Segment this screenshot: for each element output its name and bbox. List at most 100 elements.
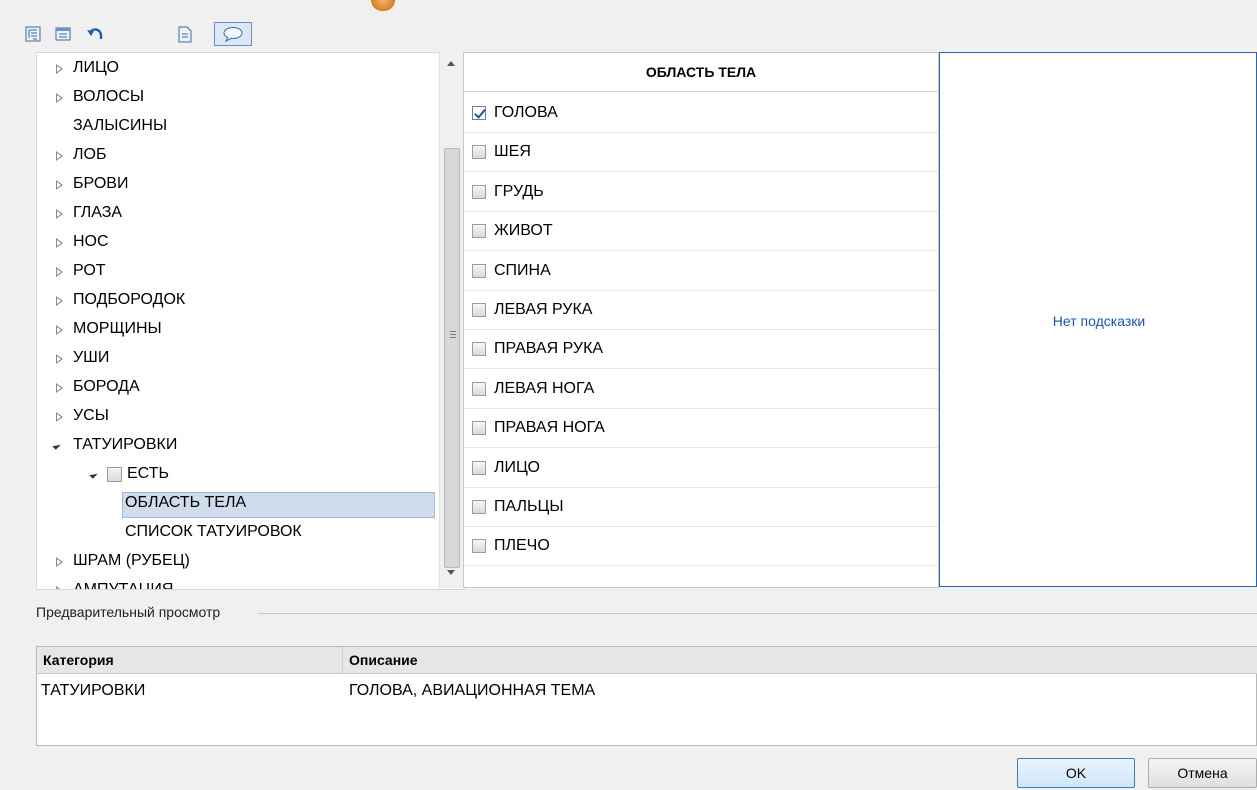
body-area-list: ОБЛАСТЬ ТЕЛА ГОЛОВА ШЕЯ ГРУДЬ ЖИВОТ СПИНА ЛЕВ… [463,52,939,588]
body-area-option[interactable]: СПИНА [464,252,938,291]
tree-item[interactable]: ЛОБ [73,143,106,167]
tree-item[interactable]: ЕСТЬ [127,462,169,486]
body-area-option[interactable]: ШЕЯ [464,133,938,173]
body-area-option[interactable]: ЛЕВАЯ НОГА [464,370,938,409]
option-label: ГОЛОВА [494,104,558,121]
expand-arrow-icon[interactable] [56,151,63,161]
expand-arrow-icon[interactable] [56,93,63,103]
body-area-option[interactable]: ПЛЕЧО [464,527,938,567]
scroll-down-icon[interactable] [447,570,455,575]
expand-arrow-icon[interactable] [56,209,63,219]
list-view-button[interactable] [52,22,74,46]
expand-arrow-icon[interactable] [56,267,63,277]
tree-item[interactable]: ПОДБОРОДОК [73,288,185,312]
row-category: ТАТУИРОВКИ [41,682,146,699]
comment-icon [223,27,243,42]
expand-arrow-icon[interactable] [56,296,63,306]
expand-arrow-icon[interactable] [56,180,63,190]
tree-item-checkbox[interactable] [107,467,122,482]
body-area-option[interactable]: ЛЕВАЯ РУКА [464,291,938,330]
top-strip [0,0,1257,14]
tree-item[interactable]: СПИСОК ТАТУИРОВОК [125,520,302,544]
preview-table: Категория Описание ТАТУИРОВКИ ГОЛОВА, АВ… [36,646,1257,746]
tree-item[interactable]: НОС [73,230,109,254]
body-area-option[interactable]: ПАЛЬЦЫ [464,488,938,527]
tree-item[interactable]: УШИ [73,346,109,370]
option-label: СПИНА [494,261,551,279]
preview-divider [258,613,1257,614]
body-area-option[interactable]: ЖИВОТ [464,212,938,252]
expand-arrow-icon[interactable] [56,354,63,364]
body-area-option[interactable]: ГОЛОВА [464,94,938,133]
app-orb-icon [371,0,395,11]
tree-scrollbar[interactable] [439,52,464,588]
option-label: ШЕЯ [494,143,531,161]
option-label: ГРУДЬ [494,182,544,200]
option-checkbox[interactable] [472,500,486,514]
tree-item[interactable]: ГЛАЗА [73,201,122,225]
comment-button[interactable] [214,22,252,46]
option-label: ПАЛЬЦЫ [494,498,564,515]
document-button[interactable] [174,22,196,46]
option-checkbox[interactable] [472,342,486,357]
tree-view-icon [25,26,41,42]
row-description: ГОЛОВА, АВИАЦИОННАЯ ТЕМА [349,682,596,699]
option-label: ПРАВАЯ РУКА [494,340,604,358]
option-checkbox[interactable] [472,145,486,160]
option-label: ПРАВАЯ НОГА [494,419,605,437]
option-checkbox[interactable] [472,263,486,278]
tree-item[interactable]: АМПУТАЦИЯ [73,578,173,589]
body-area-option[interactable]: ПРАВАЯ РУКА [464,330,938,370]
expand-arrow-icon[interactable] [56,557,63,567]
tree-panel: ЛИЦО ВОЛОСЫ ЗАЛЫСИНЫ ЛОБ БРОВИ ГЛАЗА НОС РОТ ПОД… [36,52,465,590]
undo-icon [87,28,103,39]
column-header-category[interactable]: Категория [43,647,114,674]
option-checkbox[interactable] [472,303,486,317]
option-label: ПЛЕЧО [494,537,550,555]
tree-item[interactable]: РОТ [73,259,106,283]
scroll-up-icon[interactable] [447,61,455,66]
list-view-icon [55,27,71,41]
option-checkbox[interactable] [472,421,486,436]
expand-arrow-icon[interactable] [56,64,63,74]
expand-arrow-icon[interactable] [56,325,63,335]
tree-item[interactable]: БРОВИ [73,172,128,196]
tree-view-button[interactable] [22,22,44,46]
option-checkbox[interactable] [472,106,486,120]
tree-item[interactable]: ЛИЦО [73,56,119,80]
option-checkbox[interactable] [472,184,486,199]
option-label: ЖИВОТ [494,222,553,240]
option-checkbox[interactable] [472,539,486,554]
tree-item[interactable]: ОБЛАСТЬ ТЕЛА [125,491,246,515]
body-area-option[interactable]: ЛИЦО [464,449,938,488]
hint-text: Нет подсказки [1052,313,1146,329]
column-header-description[interactable]: Описание [349,647,418,674]
tree-item[interactable]: ШРАМ (РУБЕЦ) [73,549,190,573]
preview-table-header: Категория Описание [37,647,1257,674]
option-checkbox[interactable] [472,460,486,475]
collapse-arrow-icon[interactable] [52,441,61,450]
preview-label: Предварительный просмотр [36,604,223,620]
expand-arrow-icon[interactable] [56,238,63,248]
option-checkbox[interactable] [472,381,486,396]
option-checkbox[interactable] [472,224,486,239]
expand-arrow-icon[interactable] [56,586,63,589]
hint-panel: Нет подсказки [939,52,1257,587]
expand-arrow-icon[interactable] [56,412,63,422]
tree-item[interactable]: УСЫ [73,404,109,428]
cancel-button[interactable]: Отмена [1148,758,1257,788]
option-label: ЛЕВАЯ РУКА [494,301,593,318]
tree-item[interactable]: ВОЛОСЫ [73,85,144,109]
ok-button[interactable]: OK [1017,758,1135,788]
option-label: ЛИЦО [494,458,540,476]
tree-item[interactable]: МОРЩИНЫ [73,317,162,341]
tree-item[interactable]: БОРОДА [73,375,140,399]
scrollbar-thumb[interactable] [444,148,460,568]
undo-button[interactable] [84,22,106,46]
body-area-option[interactable]: ПРАВАЯ НОГА [464,409,938,449]
tree-item[interactable]: ТАТУИРОВКИ [73,433,177,457]
expand-arrow-icon[interactable] [56,383,63,393]
tree-item[interactable]: ЗАЛЫСИНЫ [73,114,167,138]
collapse-arrow-icon[interactable] [89,470,98,479]
body-area-option[interactable]: ГРУДЬ [464,173,938,212]
